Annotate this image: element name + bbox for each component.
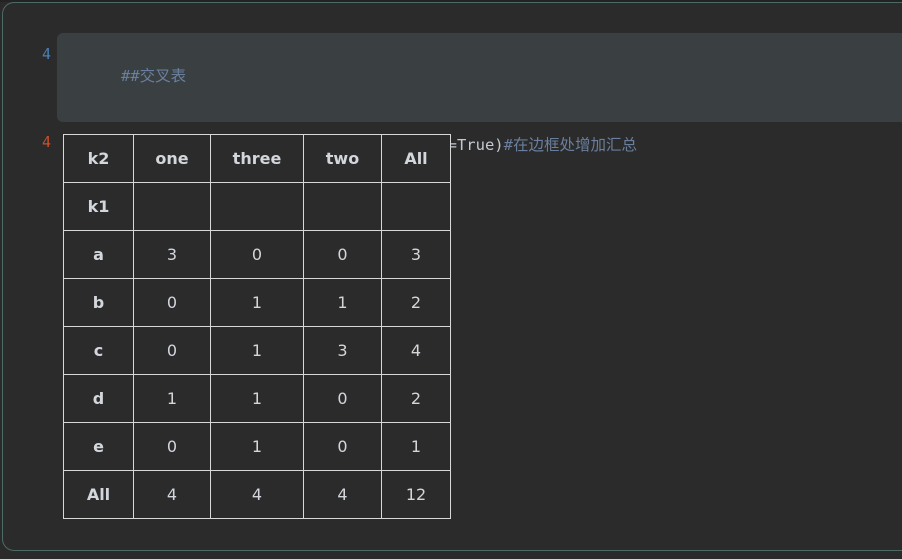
data-cell: 1 <box>210 374 304 423</box>
output-prompt-number: 4 <box>41 133 51 151</box>
data-cell: 4 <box>303 470 382 519</box>
table-row: All 4 4 4 12 <box>63 470 451 519</box>
data-cell: 0 <box>210 230 304 279</box>
empty-cell <box>303 182 382 231</box>
column-header-cell: All <box>381 134 451 183</box>
empty-cell <box>210 182 304 231</box>
code-comment-token: ##交叉表 <box>121 67 187 85</box>
data-cell: 0 <box>303 422 382 471</box>
table-row: a 3 0 0 3 <box>63 230 451 279</box>
data-cell: 2 <box>381 374 451 423</box>
data-cell: 3 <box>133 230 211 279</box>
index-name-cell: k1 <box>63 182 134 231</box>
data-cell: 1 <box>381 422 451 471</box>
notebook-cell: 4 ##交叉表 pd.crosstab(data.k1,data.k2,marg… <box>2 2 902 551</box>
data-cell: 3 <box>303 326 382 375</box>
column-header-cell: k2 <box>63 134 134 183</box>
data-cell: 4 <box>210 470 304 519</box>
table-row: b 0 1 1 2 <box>63 278 451 327</box>
data-cell: 0 <box>133 278 211 327</box>
row-label-cell: b <box>63 278 134 327</box>
data-cell: 2 <box>381 278 451 327</box>
data-cell: 1 <box>133 374 211 423</box>
data-cell: 0 <box>303 230 382 279</box>
code-trailing-comment-token: #在边框处增加汇总 <box>503 136 637 154</box>
row-label-cell: a <box>63 230 134 279</box>
row-label-cell: d <box>63 374 134 423</box>
code-line-1: ##交叉表 <box>65 42 902 111</box>
table-row: c 0 1 3 4 <box>63 326 451 375</box>
data-cell: 0 <box>133 422 211 471</box>
data-cell: 3 <box>381 230 451 279</box>
table-row: e 0 1 0 1 <box>63 422 451 471</box>
column-header-cell: one <box>133 134 211 183</box>
table-index-name-row: k1 <box>63 182 451 231</box>
empty-cell <box>381 182 451 231</box>
data-cell: 1 <box>210 326 304 375</box>
data-cell: 4 <box>133 470 211 519</box>
data-cell: 4 <box>381 326 451 375</box>
table-header-row: k2 one three two All <box>63 134 451 183</box>
empty-cell <box>133 182 211 231</box>
column-header-cell: two <box>303 134 382 183</box>
data-cell: 12 <box>381 470 451 519</box>
data-cell: 0 <box>303 374 382 423</box>
data-cell: 1 <box>303 278 382 327</box>
input-prompt-number: 4 <box>41 45 51 63</box>
data-cell: 1 <box>210 278 304 327</box>
row-label-cell: All <box>63 470 134 519</box>
row-label-cell: e <box>63 422 134 471</box>
crosstab-output-table: k2 one three two All k1 a 3 0 0 3 b 0 1 … <box>63 134 451 519</box>
table-row: d 1 1 0 2 <box>63 374 451 423</box>
code-input-area[interactable]: ##交叉表 pd.crosstab(data.k1,data.k2,margin… <box>57 33 902 154</box>
row-label-cell: c <box>63 326 134 375</box>
column-header-cell: three <box>210 134 304 183</box>
data-cell: 1 <box>210 422 304 471</box>
data-cell: 0 <box>133 326 211 375</box>
